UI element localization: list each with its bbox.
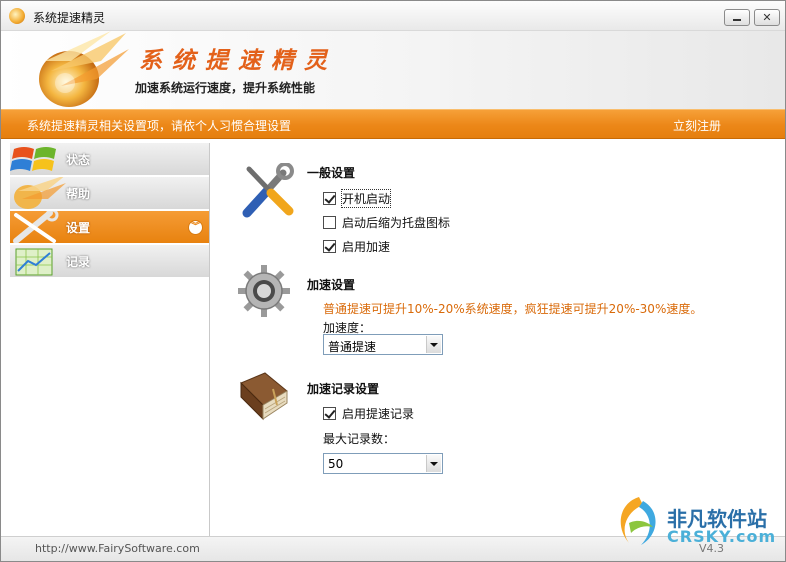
sidebar-item-record[interactable]: 记录: [10, 245, 209, 278]
title-bar[interactable]: 系统提速精灵 ✕: [1, 1, 785, 31]
help-logo-icon: [14, 177, 66, 209]
speed-comet-logo-icon: [39, 31, 129, 107]
autostart-label[interactable]: 开机启动: [340, 188, 392, 208]
tray-option[interactable]: 启动后缩为托盘图标: [323, 214, 450, 230]
sidebar-item-label: 记录: [66, 255, 91, 269]
windows-logo-icon: [10, 147, 56, 171]
enable-record-checkbox[interactable]: [323, 406, 336, 420]
app-logo-icon: [9, 8, 25, 24]
banner-title: 系统提速精灵: [139, 47, 337, 74]
close-button[interactable]: ✕: [754, 9, 780, 26]
sidebar-item-status[interactable]: 状态: [10, 143, 209, 176]
chevron-down-icon[interactable]: ︾: [188, 220, 203, 235]
max-records-select[interactable]: 50: [323, 453, 443, 474]
sidebar-item-settings[interactable]: 设置 ︾: [10, 211, 209, 244]
autostart-checkbox[interactable]: [323, 191, 336, 205]
watermark-en: CRSKY.com: [667, 527, 777, 546]
book-icon: [240, 372, 288, 421]
enable-accel-checkbox[interactable]: [323, 239, 336, 253]
tray-checkbox[interactable]: [323, 215, 336, 229]
accel-settings-title: 加速设置: [307, 278, 356, 292]
register-link[interactable]: 立刻注册: [673, 117, 721, 134]
sidebar-item-label: 设置: [66, 221, 91, 235]
general-settings-title: 一般设置: [307, 166, 356, 180]
tray-label[interactable]: 启动后缩为托盘图标: [342, 214, 450, 231]
sidebar: 状态 帮助 设置 ︾ 记录: [10, 143, 210, 536]
record-settings-title: 加速记录设置: [307, 382, 380, 396]
app-window: 系统提速精灵 ✕ 系统提速精灵 加速系统运行速度，提升系统性能 系统提速精灵相关…: [0, 0, 786, 562]
minimize-button[interactable]: [724, 9, 750, 26]
enable-accel-option[interactable]: 启用加速: [323, 238, 390, 254]
info-strip: 系统提速精灵相关设置项，请依个人习惯合理设置 立刻注册: [1, 109, 785, 139]
enable-record-label[interactable]: 启用提速记录: [342, 405, 414, 422]
chart-record-icon: [15, 248, 53, 276]
sidebar-item-label: 帮助: [66, 187, 91, 201]
max-records-label: 最大记录数：: [323, 432, 396, 446]
window-title: 系统提速精灵: [33, 11, 106, 25]
chevron-down-icon[interactable]: [426, 336, 441, 353]
strip-description: 系统提速精灵相关设置项，请依个人习惯合理设置: [27, 119, 292, 133]
wrench-screwdriver-icon: [242, 163, 294, 218]
autostart-option[interactable]: 开机启动: [323, 188, 392, 208]
banner-subtitle: 加速系统运行速度，提升系统性能: [135, 81, 316, 95]
header-banner: 系统提速精灵 加速系统运行速度，提升系统性能: [1, 31, 785, 109]
settings-panel: 一般设置 开机启动 启动后缩为托盘图标 启用加速 加速设置 普通提速可提升10%…: [211, 143, 785, 536]
watermark: 非凡软件站 CRSKY.com: [613, 489, 777, 551]
enable-record-option[interactable]: 启用提速记录: [323, 405, 414, 421]
speed-select[interactable]: 普通提速: [323, 334, 443, 355]
max-records-value: 50: [328, 457, 344, 471]
enable-accel-label[interactable]: 启用加速: [342, 238, 390, 255]
gear-icon: [238, 265, 290, 317]
footer-url: http://www.FairySoftware.com: [35, 542, 200, 555]
watermark-logo-icon: [620, 497, 656, 545]
speed-select-value: 普通提速: [328, 340, 377, 354]
tools-icon: [13, 211, 59, 243]
sidebar-item-help[interactable]: 帮助: [10, 177, 209, 210]
sidebar-item-label: 状态: [66, 153, 91, 167]
chevron-down-icon[interactable]: [426, 455, 441, 472]
accel-note: 普通提速可提升10%-20%系统速度，疯狂提速可提升20%-30%速度。: [323, 302, 703, 316]
